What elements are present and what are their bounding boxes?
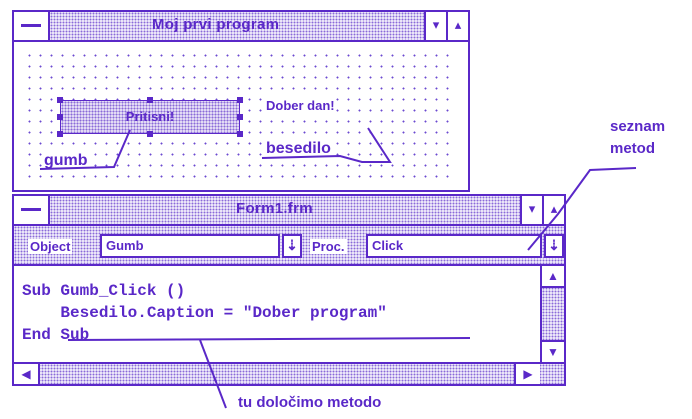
- gumb-pointer-line: [39, 129, 131, 170]
- seznam-metod-pointer-line: [527, 167, 637, 251]
- metodo-pointer-line: [199, 339, 227, 409]
- besedilo-pointer-line: [261, 127, 392, 163]
- annotation-metod: metod: [610, 140, 655, 157]
- annotation-seznam: seznam: [610, 118, 666, 135]
- annotation-tu-dolocimo-metodo: tu določimo metodo: [238, 394, 382, 411]
- code-underline: [67, 337, 471, 341]
- callout-lines: [39, 127, 637, 409]
